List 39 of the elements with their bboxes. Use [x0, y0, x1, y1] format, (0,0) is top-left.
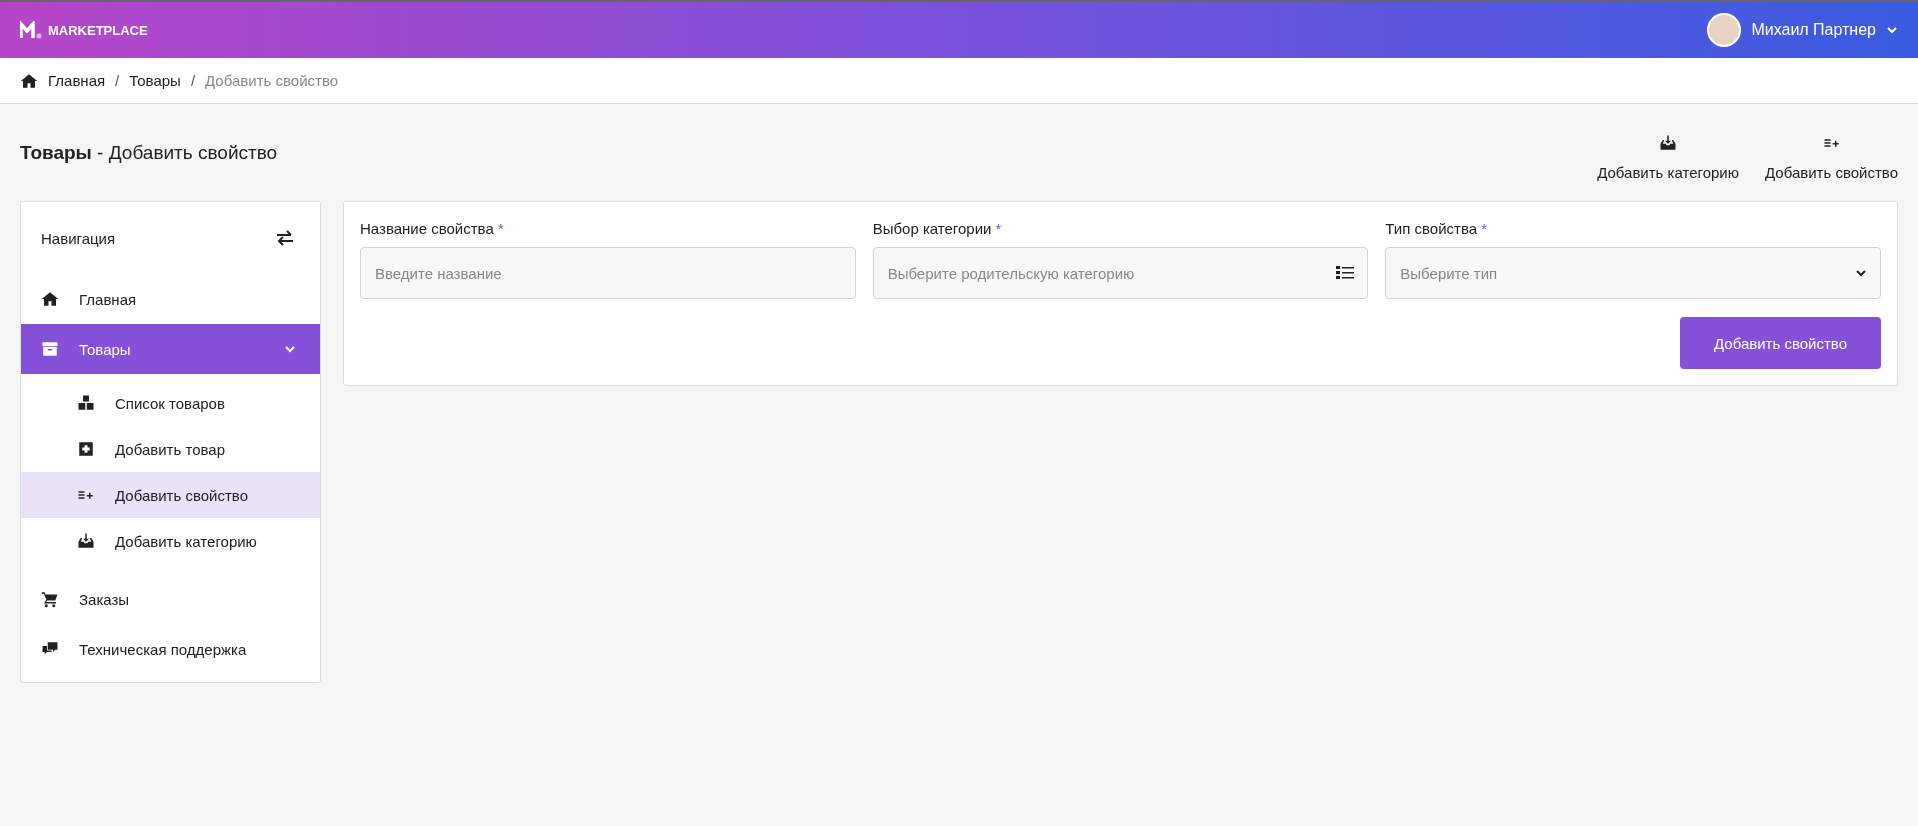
- sidebar-subitem[interactable]: Добавить товар: [21, 426, 320, 472]
- breadcrumb-link[interactable]: Добавить свойство: [205, 72, 339, 89]
- page-title: Товары - Добавить свойство: [20, 141, 278, 164]
- sidebar-subitem[interactable]: Добавить категорию: [21, 518, 320, 564]
- field-label: Выбор категории *: [872, 220, 1003, 237]
- field-label: Тип свойства *: [1385, 220, 1489, 237]
- sidebar-item[interactable]: Заказы: [21, 574, 320, 624]
- breadcrumb-link[interactable]: Главная: [48, 72, 106, 89]
- field-label: Название свойства *: [360, 220, 505, 237]
- sidebar-subitem[interactable]: Добавить свойство: [21, 472, 320, 518]
- logo-icon: [20, 21, 44, 39]
- sidebar-item[interactable]: Главная: [21, 274, 320, 324]
- cart-icon: [41, 590, 59, 608]
- action-button[interactable]: Добавить свойство: [1765, 134, 1898, 181]
- chevron-down-icon: [1886, 24, 1898, 36]
- select-field[interactable]: Выберите тип: [1385, 247, 1881, 299]
- inbox-download-icon: [77, 532, 95, 550]
- breadcrumb-separator: /: [115, 72, 120, 89]
- sidebar-subitem[interactable]: Список товаров: [21, 380, 320, 426]
- sidebar-item[interactable]: Техническая поддержка: [21, 624, 320, 674]
- archive-icon: [41, 340, 59, 358]
- breadcrumb-separator: /: [190, 72, 196, 89]
- input-field[interactable]: Введите название: [360, 247, 856, 299]
- inbox-download-icon: [1659, 134, 1678, 152]
- input-field[interactable]: Выберите родительскую категорию: [872, 247, 1369, 299]
- sidebar-title: Навигация: [41, 229, 116, 247]
- user-name[interactable]: Михаил Партнер: [1751, 21, 1876, 39]
- list-icon: [1336, 265, 1355, 281]
- action-button[interactable]: Добавить категорию: [1597, 134, 1739, 181]
- logo[interactable]: MARKETPLACE: [20, 21, 148, 39]
- boxes-icon: [77, 394, 95, 412]
- home-icon: [41, 290, 59, 308]
- swap-arrows-icon[interactable]: [276, 230, 294, 246]
- logo-text: MARKETPLACE: [48, 22, 148, 38]
- sidebar-item[interactable]: Товары: [21, 324, 320, 374]
- avatar[interactable]: [1707, 13, 1742, 47]
- submit-button[interactable]: Добавить свойство: [1680, 317, 1881, 369]
- chevron-down-icon: [1855, 267, 1867, 279]
- breadcrumb-link[interactable]: Товары: [129, 72, 181, 89]
